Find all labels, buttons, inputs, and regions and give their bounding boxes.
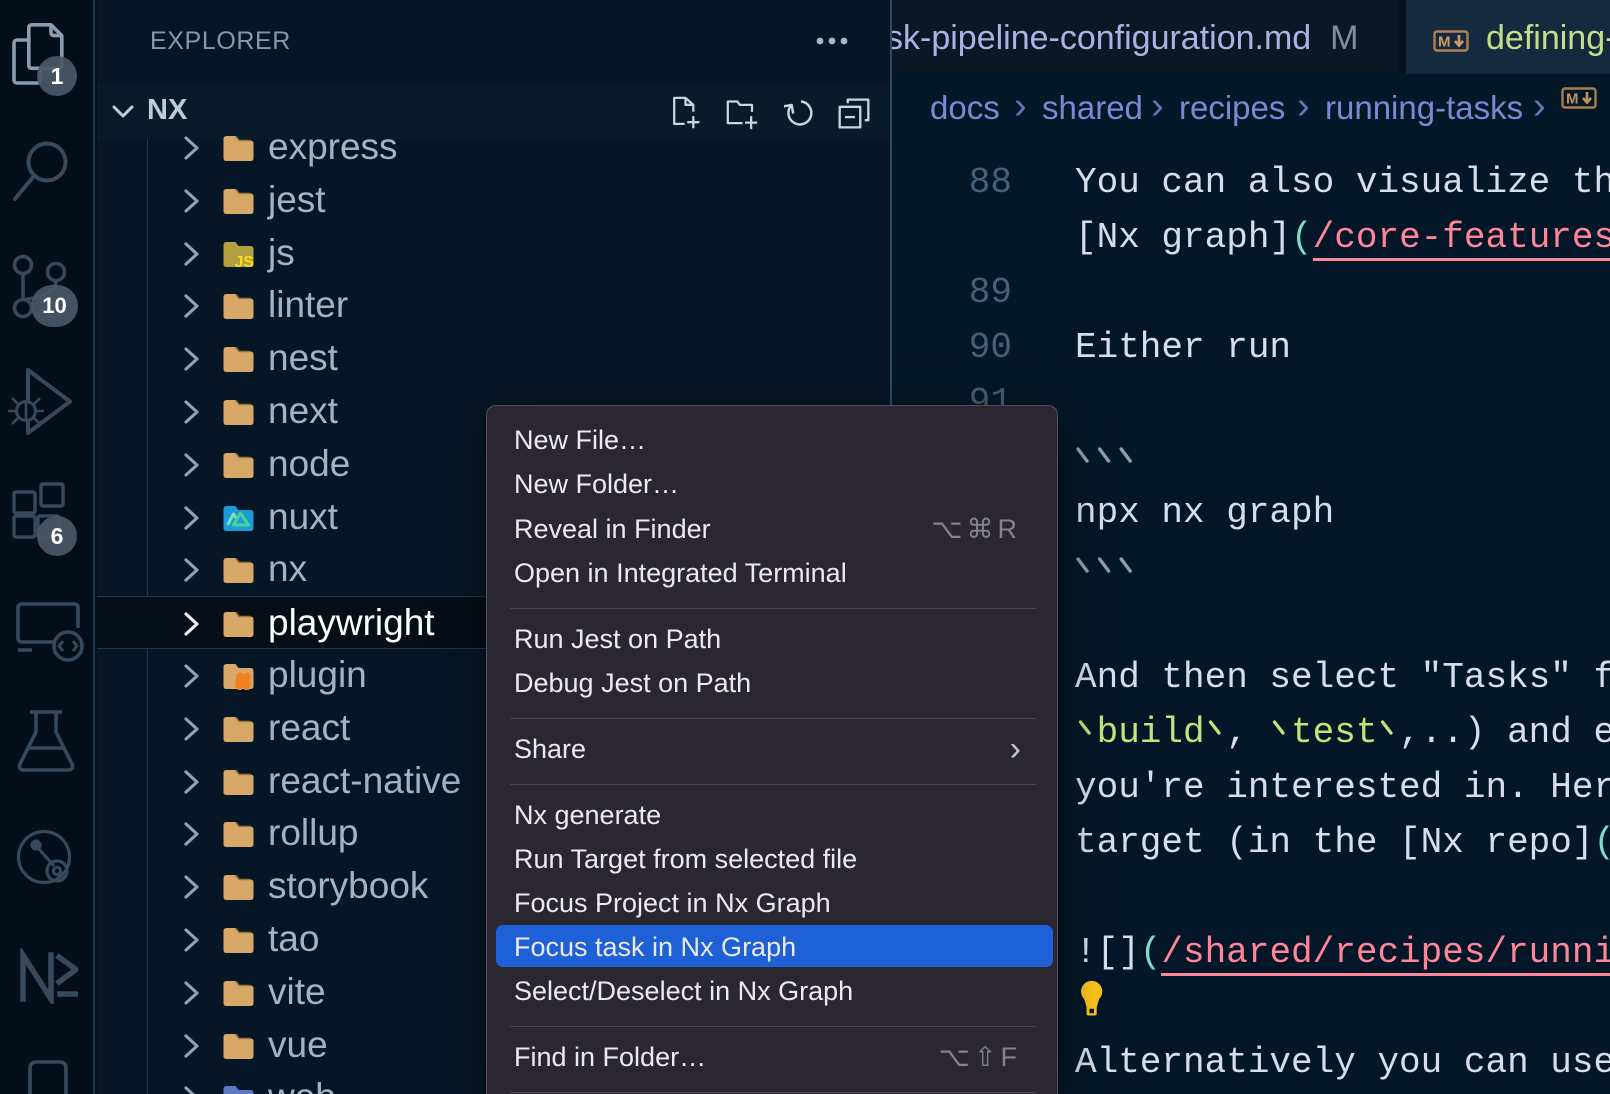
svg-text:JS: JS [235,254,255,268]
svg-text:M: M [1566,91,1579,108]
svg-text:M: M [1438,34,1451,51]
